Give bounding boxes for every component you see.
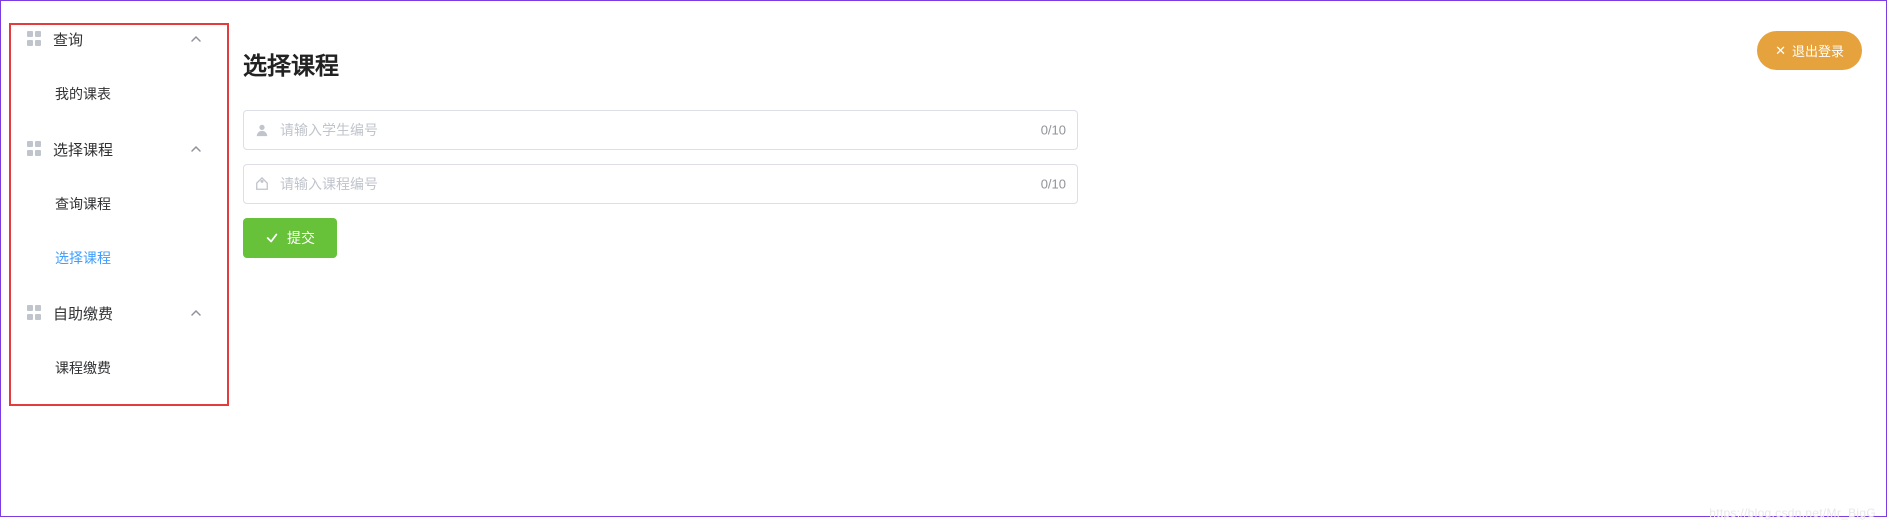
chevron-up-icon	[190, 143, 202, 155]
menu-title-select-course[interactable]: 选择课程	[1, 121, 222, 177]
sidebar-item-select-course[interactable]: 选择课程	[1, 231, 222, 285]
student-id-field-wrap: 0/10	[243, 110, 1078, 150]
logout-label: 退出登录	[1792, 41, 1844, 60]
sidebar: 查询 我的课表 选择课程 查询课程 选择课程 自助缴费	[1, 1, 223, 516]
logout-button[interactable]: ✕ 退出登录	[1757, 31, 1862, 70]
chevron-up-icon	[190, 307, 202, 319]
select-course-form: 0/10 0/10 提交	[243, 110, 1078, 258]
sidebar-item-label: 查询课程	[55, 194, 111, 214]
header-row: 选择课程 ✕ 退出登录	[243, 31, 1862, 82]
check-icon	[265, 231, 279, 245]
menu-label: 选择课程	[53, 139, 190, 160]
sidebar-item-query-course[interactable]: 查询课程	[1, 177, 222, 231]
course-id-field-wrap: 0/10	[243, 164, 1078, 204]
watermark-text: https://blog.csdn.net/Mr_BigG	[1709, 506, 1876, 520]
grid-icon	[27, 305, 43, 321]
menu-group-query: 查询 我的课表	[1, 11, 222, 121]
chevron-up-icon	[190, 33, 202, 45]
submit-button[interactable]: 提交	[243, 218, 337, 258]
page-title: 选择课程	[243, 31, 339, 82]
sidebar-item-my-schedule[interactable]: 我的课表	[1, 67, 222, 121]
main-content: 选择课程 ✕ 退出登录 0/10 0/10 提交 https://blo	[223, 1, 1886, 516]
course-id-input[interactable]	[243, 164, 1078, 204]
grid-icon	[27, 141, 43, 157]
sidebar-item-course-payment[interactable]: 课程缴费	[1, 341, 222, 395]
user-icon	[255, 123, 269, 137]
app-container: 查询 我的课表 选择课程 查询课程 选择课程 自助缴费	[0, 0, 1887, 517]
sidebar-item-label: 我的课表	[55, 84, 111, 104]
grid-icon	[27, 31, 43, 47]
menu-group-payment: 自助缴费 课程缴费	[1, 285, 222, 395]
menu-title-payment[interactable]: 自助缴费	[1, 285, 222, 341]
menu-group-select-course: 选择课程 查询课程 选择课程	[1, 121, 222, 285]
close-icon: ✕	[1775, 44, 1786, 57]
menu-label: 自助缴费	[53, 303, 190, 324]
sidebar-item-label: 选择课程	[55, 248, 111, 268]
char-counter: 0/10	[1041, 176, 1066, 191]
student-id-input[interactable]	[243, 110, 1078, 150]
menu-title-query[interactable]: 查询	[1, 11, 222, 67]
tag-icon	[255, 177, 269, 191]
sidebar-item-label: 课程缴费	[55, 358, 111, 378]
char-counter: 0/10	[1041, 122, 1066, 137]
submit-label: 提交	[287, 228, 315, 248]
menu-label: 查询	[53, 29, 190, 50]
